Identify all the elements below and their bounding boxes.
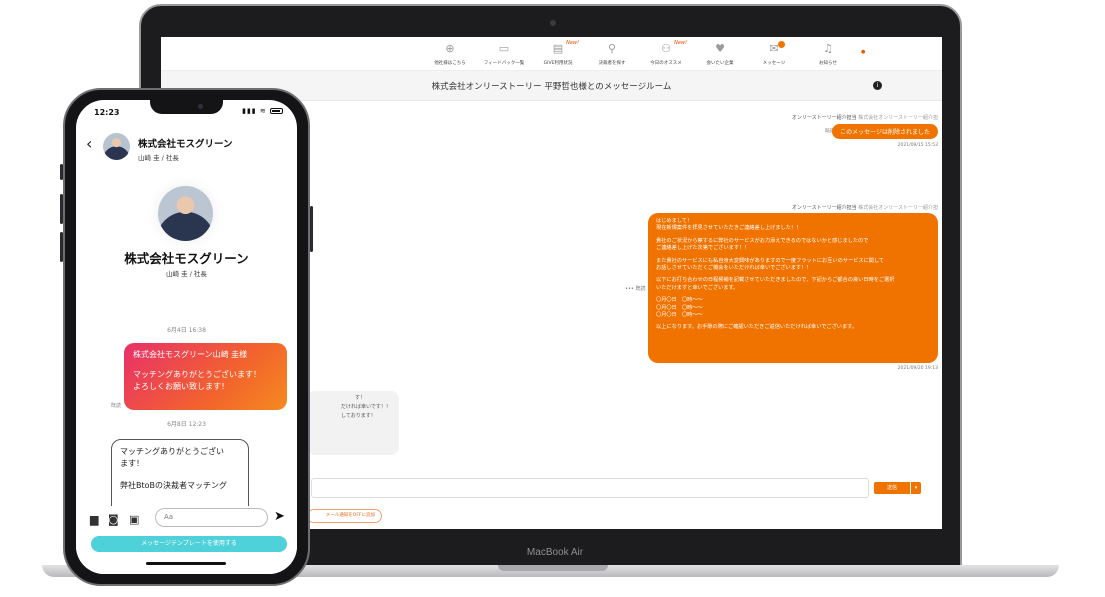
new-badge: New! (674, 40, 687, 46)
arrow-up-circle-icon: ⊕ (445, 42, 455, 55)
phone-notch (150, 100, 223, 114)
signal-icon: ▮▮▮ (242, 107, 257, 115)
notification-dot (778, 41, 785, 48)
phone-side-button (60, 194, 63, 224)
top-navigation: ⊕ 他社様はこちら ▭ フィードバック一覧 New! ▤ GIVE利用状況 ⚲ … (161, 37, 942, 71)
camera-icon (198, 104, 203, 109)
nav-items: ⊕ 他社様はこちら ▭ フィードバック一覧 New! ▤ GIVE利用状況 ⚲ … (423, 40, 855, 66)
home-indicator (146, 562, 226, 565)
status-icons: ▮▮▮ ≋ (242, 107, 283, 115)
received-message-bubble: す！ だければ幸いです！！ しております！ (307, 391, 399, 455)
phone-side-button (310, 206, 313, 252)
message-input[interactable] (311, 478, 869, 498)
document-icon[interactable]: ▆ (90, 514, 98, 525)
date-separator: 6月4日 16:38 (167, 327, 206, 334)
nav-item-messages[interactable]: ✉ メッセージ (747, 41, 801, 66)
nav-item-notifications[interactable]: ♫ お知らせ (801, 42, 855, 66)
read-mark: 既読 (111, 403, 122, 409)
brand-logo[interactable]: ● (861, 49, 865, 55)
deleted-message-bubble: このメッセージは削除されました (832, 124, 938, 139)
feedback-icon: ▭ (498, 42, 510, 55)
phone-side-button (60, 232, 63, 262)
phone-frame: 12:23 ▮▮▮ ≋ ‹ 株式会社モスグリーン 山崎 圭 / 社長 株式会社モ… (60, 88, 313, 586)
message-sender: オンリーストーリー紹介担当 株式会社オンリーストーリー紹介担 (791, 115, 938, 121)
info-icon[interactable]: i (873, 81, 882, 90)
camera-icon[interactable]: ◙ (108, 514, 119, 525)
image-icon[interactable]: ▣ (129, 514, 139, 525)
wifi-icon: ≋ (259, 107, 267, 115)
nav-item-search[interactable]: ⚲ 決裁者を探す (585, 42, 639, 66)
new-badge: New! (566, 40, 579, 46)
phone-side-button (60, 164, 63, 180)
send-options-dropdown[interactable]: ▾ (911, 482, 921, 494)
message-timestamp: 2021/09/15 15:53 (897, 143, 938, 148)
nav-item-recommend[interactable]: New! ⚇ 今日のオススメ (639, 40, 693, 66)
status-time: 12:23 (94, 108, 120, 117)
device-brand-label: MacBook Air (526, 547, 584, 558)
profile-avatar[interactable] (158, 186, 213, 241)
date-separator: 6月8日 12:23 (167, 421, 206, 428)
mobile-app: 12:23 ▮▮▮ ≋ ‹ 株式会社モスグリーン 山崎 圭 / 社長 株式会社モ… (76, 100, 297, 574)
battery-icon (270, 108, 283, 114)
send-button[interactable]: 送信 (874, 482, 910, 494)
profile-role: 山崎 圭 / 社長 (166, 270, 207, 278)
message-timestamp: 2021/09/20 19:13 (897, 366, 938, 371)
more-options-icon[interactable]: ••• 既読 (625, 285, 645, 292)
message-input[interactable]: Aa (155, 508, 268, 527)
laptop-notch (498, 565, 608, 571)
sent-message-bubble: 株式会社モスグリーン山崎 圭様 マッチングありがとうございます！ よろしくお願い… (124, 343, 287, 410)
back-icon[interactable]: ‹ (86, 136, 92, 152)
send-icon[interactable]: ➤ (274, 510, 285, 524)
chat-partner-name: 株式会社モスグリーン (138, 139, 233, 150)
mail-notification-toggle[interactable]: メール通知をOFFに追加 (307, 509, 382, 523)
nav-item-other-company[interactable]: ⊕ 他社様はこちら (423, 42, 477, 66)
camera-icon (550, 20, 556, 26)
bell-icon: ♫ (823, 42, 833, 55)
nav-item-give[interactable]: New! ▤ GIVE利用状況 (531, 40, 585, 66)
mail-icon: ✉ (769, 42, 779, 55)
nav-item-want-to-meet[interactable]: ♥ 会いたい企業 (693, 42, 747, 66)
message-sender: オンリーストーリー紹介担当 株式会社オンリーストーリー紹介担 (791, 205, 938, 211)
profile-company-name: 株式会社モスグリーン (124, 251, 249, 266)
search-icon: ⚲ (607, 42, 617, 55)
heart-icon: ♥ (715, 42, 725, 55)
template-button[interactable]: メッセージテンプレートを使用する (91, 536, 287, 552)
sent-message-bubble: はじめまして！ 現在新規案件を拝見させていただきご連絡差し上げました！！ 貴社の… (648, 213, 938, 363)
chat-partner-role: 山崎 圭 / 社長 (138, 154, 179, 162)
nav-item-feedback[interactable]: ▭ フィードバック一覧 (477, 42, 531, 66)
avatar[interactable] (103, 133, 130, 160)
